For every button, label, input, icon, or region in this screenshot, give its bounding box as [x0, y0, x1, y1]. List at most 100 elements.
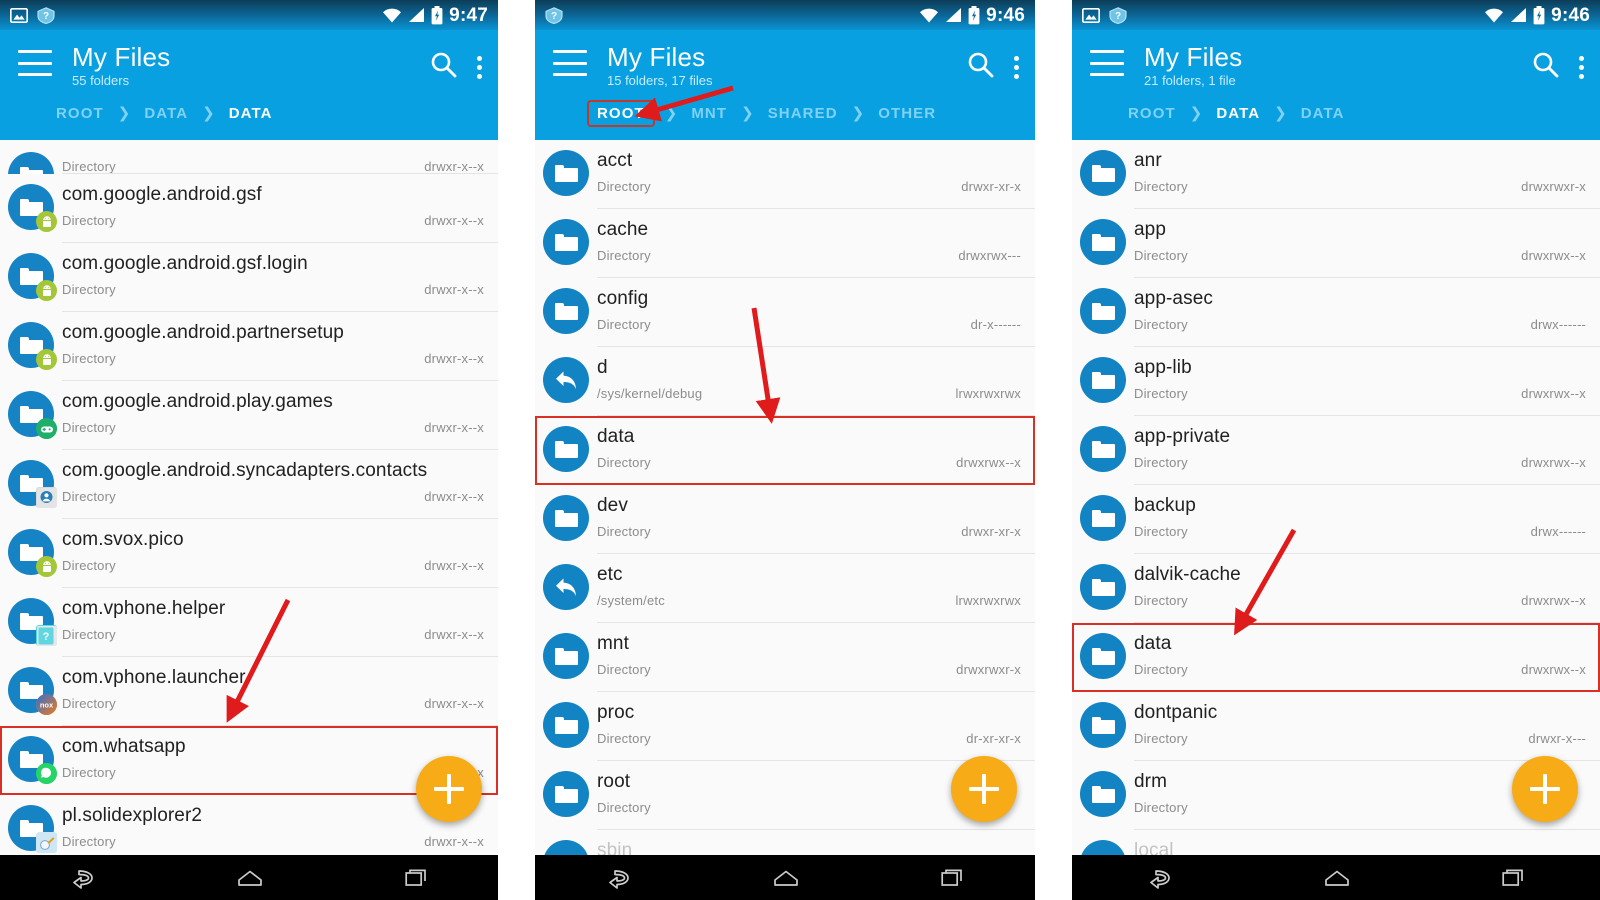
file-row[interactable]: local	[1072, 830, 1600, 855]
file-type: Directory	[62, 159, 116, 174]
nav-home-icon[interactable]	[237, 868, 263, 888]
folder-icon	[8, 184, 57, 232]
file-icon-cell	[1072, 347, 1134, 403]
file-row[interactable]: app Directory drwxrwx--x	[1072, 209, 1600, 278]
nav-recents-icon[interactable]	[404, 868, 428, 888]
file-list[interactable]: anr Directory drwxrwxr-x app Directory drwxrw…	[1072, 140, 1600, 855]
file-name: cache	[597, 219, 649, 240]
nav-back-icon[interactable]	[1147, 867, 1173, 889]
breadcrumb-item-data-2[interactable]: DATA	[1297, 102, 1349, 125]
add-fab-button[interactable]	[951, 756, 1017, 822]
file-row[interactable]: data Directory drwxrwx--x	[1072, 623, 1600, 692]
breadcrumb-item-data-1[interactable]: DATA	[1212, 102, 1264, 125]
file-icon-cell	[535, 692, 597, 748]
nox-badge: nox	[36, 694, 57, 715]
search-icon[interactable]	[1532, 51, 1559, 78]
search-button[interactable]	[430, 51, 457, 83]
svg-text:?: ?	[42, 631, 49, 643]
overflow-menu-button[interactable]	[1579, 55, 1584, 79]
file-row[interactable]: sbin	[535, 830, 1035, 855]
file-row[interactable]: ? com.vphone.helper Directory drwxr-x--x	[0, 588, 498, 657]
hamburger-menu-button[interactable]	[553, 50, 587, 76]
file-row[interactable]: com.google.android.gsf.login Directory drw…	[0, 243, 498, 312]
file-meta: Directory drwxrwx--x	[1134, 386, 1586, 401]
file-name: com.vphone.launcher	[62, 667, 246, 688]
file-type: Directory	[1134, 524, 1188, 539]
file-list[interactable]: acct Directory drwxr-xr-x cache Directory drw…	[535, 140, 1035, 855]
file-row[interactable]: dev Directory drwxr-xr-x	[535, 485, 1035, 554]
folder-icon	[1080, 426, 1126, 472]
file-text-cell: etc/system/etc lrwxrwxrwx	[597, 554, 1035, 608]
file-row[interactable]: com.google.android.syncadapters.contacts…	[0, 450, 498, 519]
file-row[interactable]: anr Directory drwxrwxr-x	[1072, 140, 1600, 209]
hamburger-menu-button[interactable]	[1090, 50, 1124, 76]
breadcrumb-item-root-0[interactable]: ROOT	[587, 99, 655, 127]
file-row[interactable]: d/sys/kernel/debug lrwxrwxrwx	[535, 347, 1035, 416]
file-text-cell: app Directory drwxrwx--x	[1134, 209, 1600, 263]
file-name: com.vphone.helper	[62, 598, 226, 619]
file-row[interactable]: data Directory drwxrwx--x	[535, 416, 1035, 485]
android-badge	[36, 280, 57, 301]
file-row[interactable]: cache Directory drwxrwx---	[535, 209, 1035, 278]
unknown-help-icon: ?	[37, 6, 55, 24]
file-row[interactable]: com.google.android.partnersetup Directory…	[0, 312, 498, 381]
file-row[interactable]: dontpanic Directory drwxr-x---	[1072, 692, 1600, 761]
file-permissions: drwxr-xr-x	[961, 179, 1021, 194]
svg-text:?: ?	[43, 11, 49, 22]
nav-recents-icon[interactable]	[1501, 868, 1525, 888]
nav-home-icon[interactable]	[773, 868, 799, 888]
folder-icon	[1080, 633, 1126, 679]
file-type: Directory	[62, 627, 116, 642]
search-button[interactable]	[1532, 51, 1559, 83]
panel-1: ? 9:47 My Files 55 folders ROOT ❯ DATA ❯ DATA Dir…	[0, 0, 498, 900]
folder-icon	[8, 322, 57, 370]
file-row[interactable]: mnt Directory drwxrwxr-x	[535, 623, 1035, 692]
file-icon-cell	[1072, 830, 1134, 855]
breadcrumb-item-data-2[interactable]: DATA	[225, 102, 277, 125]
file-permissions: drwxr-x--x	[424, 213, 484, 228]
file-icon-cell	[0, 726, 62, 784]
add-fab-button[interactable]	[416, 756, 482, 822]
nav-back-icon[interactable]	[70, 867, 96, 889]
file-row[interactable]: proc Directory dr-xr-xr-x	[535, 692, 1035, 761]
overflow-menu-button[interactable]	[1014, 55, 1019, 79]
file-permissions: drwxr-x--x	[424, 159, 484, 174]
file-row[interactable]: com.svox.pico Directory drwxr-x--x	[0, 519, 498, 588]
file-meta: Directory drwxr-x--x	[62, 834, 484, 849]
search-icon[interactable]	[430, 51, 457, 78]
nav-back-icon[interactable]	[606, 867, 632, 889]
overflow-menu-button[interactable]	[477, 55, 482, 79]
search-button[interactable]	[967, 51, 994, 83]
file-row[interactable]: backup Directory drwx------	[1072, 485, 1600, 554]
file-row[interactable]: config Directory dr-x------	[535, 278, 1035, 347]
file-row[interactable]: dalvik-cache Directory drwxrwx--x	[1072, 554, 1600, 623]
breadcrumb-item-mnt-1[interactable]: MNT	[687, 102, 731, 125]
nav-recents-icon[interactable]	[940, 868, 964, 888]
file-row[interactable]: acct Directory drwxr-xr-x	[535, 140, 1035, 209]
folder-icon: ?	[8, 598, 57, 646]
file-row[interactable]: app-asec Directory drwx------	[1072, 278, 1600, 347]
file-row[interactable]: com.google.android.gsf Directory drwxr-x--…	[0, 174, 498, 243]
hamburger-menu-button[interactable]	[18, 50, 52, 76]
file-row[interactable]: etc/system/etc lrwxrwxrwx	[535, 554, 1035, 623]
file-row[interactable]: app-private Directory drwxrwx--x	[1072, 416, 1600, 485]
breadcrumb-item-data-1[interactable]: DATA	[140, 102, 192, 125]
file-icon-cell	[1072, 278, 1134, 334]
file-row[interactable]: app-lib Directory drwxrwx--x	[1072, 347, 1600, 416]
nav-home-icon[interactable]	[1324, 868, 1350, 888]
file-list[interactable]: Directory drwxr-x--x com.google.android.gs…	[0, 140, 498, 855]
file-row[interactable]: com.google.android.play.games Directory dr…	[0, 381, 498, 450]
breadcrumb-item-root-0[interactable]: ROOT	[52, 102, 108, 125]
help-badge: ?	[36, 625, 57, 646]
search-icon[interactable]	[967, 51, 994, 78]
breadcrumb-item-shared-2[interactable]: SHARED	[764, 102, 842, 125]
file-text-cell: backup Directory drwx------	[1134, 485, 1600, 539]
file-row[interactable]: Directory drwxr-x--x	[0, 140, 498, 200]
file-row[interactable]: nox com.vphone.launcher Directory drwxr-x--…	[0, 657, 498, 726]
app-bar-title-group: My Files 15 folders, 17 files	[607, 43, 967, 90]
add-fab-button[interactable]	[1512, 756, 1578, 822]
breadcrumb-item-root-0[interactable]: ROOT	[1124, 102, 1180, 125]
status-bar-left-icons: ?	[1082, 6, 1127, 24]
breadcrumb-item-other-3[interactable]: OTHER	[874, 102, 940, 125]
status-bar: ? 9:47	[0, 0, 498, 30]
